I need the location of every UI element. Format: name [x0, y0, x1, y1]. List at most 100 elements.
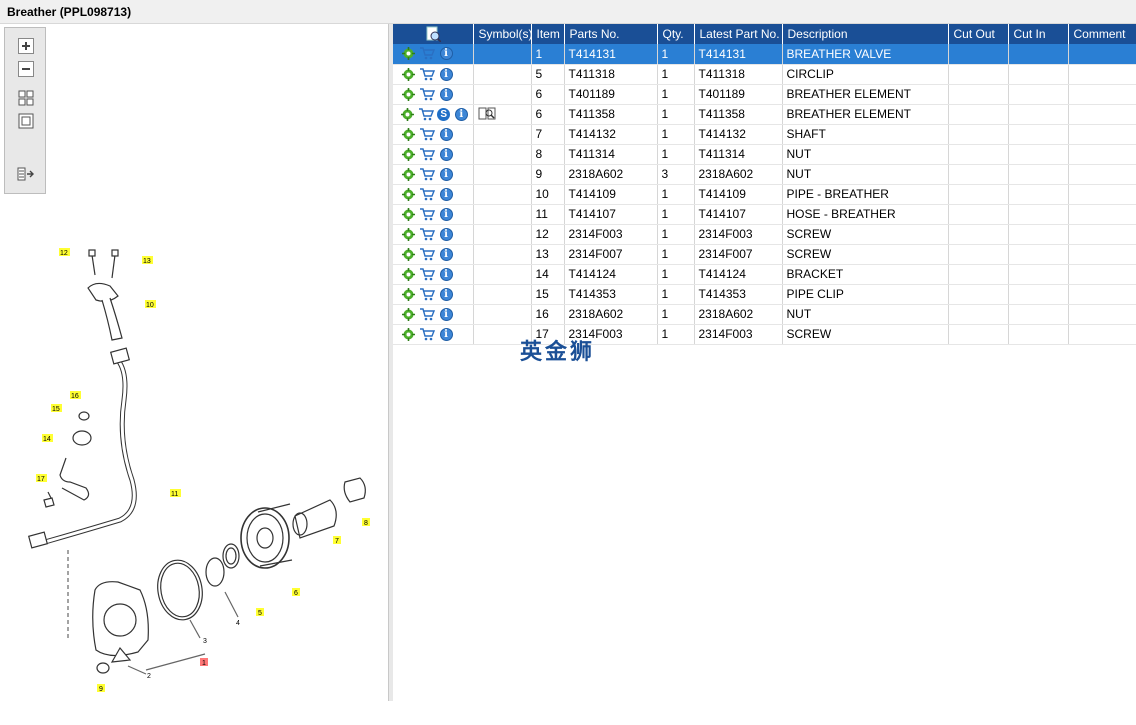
header-description[interactable]: Description: [782, 24, 949, 44]
add-to-cart-button[interactable]: [419, 186, 435, 202]
add-to-cart-button[interactable]: [419, 46, 435, 62]
add-to-cart-button[interactable]: [418, 106, 434, 122]
cut-in-cell: [1008, 64, 1069, 85]
fit-grid-icon: [18, 90, 34, 106]
add-to-cart-button[interactable]: [419, 166, 435, 182]
info-button[interactable]: i: [438, 86, 454, 102]
header-latest-part-no[interactable]: Latest Part No.: [694, 24, 783, 44]
info-button[interactable]: i: [438, 126, 454, 142]
add-to-cart-button[interactable]: [419, 286, 435, 302]
table-row[interactable]: Si 6 T411358 1 T411358 BREATHER ELEMENT: [393, 104, 1136, 125]
zoom-out-icon: [18, 61, 34, 77]
options-button[interactable]: [400, 286, 416, 302]
comment-cell: [1068, 284, 1136, 305]
options-button[interactable]: [400, 206, 416, 222]
cut-in-cell: [1008, 44, 1069, 65]
info-button[interactable]: i: [454, 106, 469, 122]
table-row[interactable]: i 15 T414353 1 T414353 PIPE CLIP: [393, 284, 1136, 305]
info-button[interactable]: i: [438, 46, 454, 62]
symbol-cell: [473, 224, 532, 245]
qty-cell: 1: [657, 244, 695, 265]
row-action-icons: i: [397, 246, 469, 262]
info-button[interactable]: i: [438, 306, 454, 322]
cut-out-cell: [948, 84, 1009, 105]
item-cell: 11: [531, 204, 565, 225]
table-row[interactable]: i 7 T414132 1 T414132 SHAFT: [393, 124, 1136, 145]
part-no-cell: 2318A602: [564, 164, 658, 185]
options-button[interactable]: [400, 246, 416, 262]
header-item[interactable]: Item: [531, 24, 565, 44]
supersession-button[interactable]: S: [437, 106, 452, 122]
info-button[interactable]: i: [438, 266, 454, 282]
add-to-cart-button[interactable]: [419, 326, 435, 342]
item-cell: 12: [531, 224, 565, 245]
add-to-cart-button[interactable]: [419, 306, 435, 322]
zoom-out-button[interactable]: [15, 59, 37, 79]
latest-part-no-cell: 2314F003: [694, 324, 783, 345]
options-button[interactable]: [400, 46, 416, 62]
description-cell: BRACKET: [782, 264, 949, 285]
info-button[interactable]: i: [438, 326, 454, 342]
options-button[interactable]: [400, 146, 416, 162]
add-to-cart-button[interactable]: [419, 126, 435, 142]
table-row[interactable]: i 14 T414124 1 T414124 BRACKET: [393, 264, 1136, 285]
options-button[interactable]: [400, 266, 416, 282]
table-row[interactable]: i 8 T411314 1 T411314 NUT: [393, 144, 1136, 165]
options-button[interactable]: [400, 186, 416, 202]
info-button[interactable]: i: [438, 226, 454, 242]
table-row[interactable]: i 13 2314F007 1 2314F007 SCREW: [393, 244, 1136, 265]
add-to-cart-button[interactable]: [419, 66, 435, 82]
info-icon: i: [439, 167, 453, 181]
options-button[interactable]: [400, 126, 416, 142]
header-actions[interactable]: [393, 24, 474, 44]
info-button[interactable]: i: [438, 146, 454, 162]
header-comment[interactable]: Comment: [1068, 24, 1136, 44]
actual-size-button[interactable]: [15, 111, 37, 131]
qty-cell: 1: [657, 64, 695, 85]
table-row[interactable]: i 17 2314F003 1 2314F003 SCREW: [393, 324, 1136, 345]
zoom-in-button[interactable]: [15, 36, 37, 56]
header-cut-in[interactable]: Cut In: [1008, 24, 1069, 44]
row-action-icons: Si: [397, 106, 469, 122]
table-row[interactable]: i 10 T414109 1 T414109 PIPE - BREATHER: [393, 184, 1136, 205]
qty-cell: 1: [657, 284, 695, 305]
comment-cell: [1068, 324, 1136, 345]
exploded-parts-diagram[interactable]: 12 13 10 16 15 14 17 11 8 7 6 5 4 3 1 2 …: [0, 220, 389, 725]
add-to-cart-button[interactable]: [419, 266, 435, 282]
add-to-cart-button[interactable]: [419, 246, 435, 262]
table-row[interactable]: i 16 2318A602 1 2318A602 NUT: [393, 304, 1136, 325]
options-button[interactable]: [400, 166, 416, 182]
info-button[interactable]: i: [438, 66, 454, 82]
options-button[interactable]: [400, 86, 416, 102]
table-row[interactable]: i 9 2318A602 3 2318A602 NUT: [393, 164, 1136, 185]
info-button[interactable]: i: [438, 186, 454, 202]
header-parts-no[interactable]: Parts No.: [564, 24, 658, 44]
table-row[interactable]: i 6 T401189 1 T401189 BREATHER ELEMENT: [393, 84, 1136, 105]
diagram-pane[interactable]: 12 13 10 16 15 14 17 11 8 7 6 5 4 3 1 2 …: [0, 24, 389, 701]
table-row[interactable]: i 11 T414107 1 T414107 HOSE - BREATHER: [393, 204, 1136, 225]
info-button[interactable]: i: [438, 246, 454, 262]
table-row[interactable]: i 1 T414131 1 T414131 BREATHER VALVE: [393, 44, 1136, 65]
toggle-panel-button[interactable]: [15, 164, 37, 184]
row-action-icons: i: [397, 306, 469, 322]
add-to-cart-button[interactable]: [419, 226, 435, 242]
add-to-cart-button[interactable]: [419, 86, 435, 102]
add-to-cart-button[interactable]: [419, 146, 435, 162]
table-row[interactable]: i 12 2314F003 1 2314F003 SCREW: [393, 224, 1136, 245]
info-button[interactable]: i: [438, 286, 454, 302]
options-button[interactable]: [400, 306, 416, 322]
header-symbols[interactable]: Symbol(s): [473, 24, 533, 44]
options-button[interactable]: [400, 326, 416, 342]
add-to-cart-button[interactable]: [419, 206, 435, 222]
fit-view-button[interactable]: [15, 88, 37, 108]
header-qty[interactable]: Qty.: [657, 24, 695, 44]
header-cut-out[interactable]: Cut Out: [948, 24, 1009, 44]
options-button[interactable]: [400, 106, 415, 122]
info-button[interactable]: i: [438, 166, 454, 182]
options-button[interactable]: [400, 66, 416, 82]
table-row[interactable]: i 5 T411318 1 T411318 CIRCLIP: [393, 64, 1136, 85]
svg-text:5: 5: [258, 610, 262, 617]
options-button[interactable]: [400, 226, 416, 242]
info-button[interactable]: i: [438, 206, 454, 222]
symbol-cell[interactable]: [473, 104, 532, 125]
